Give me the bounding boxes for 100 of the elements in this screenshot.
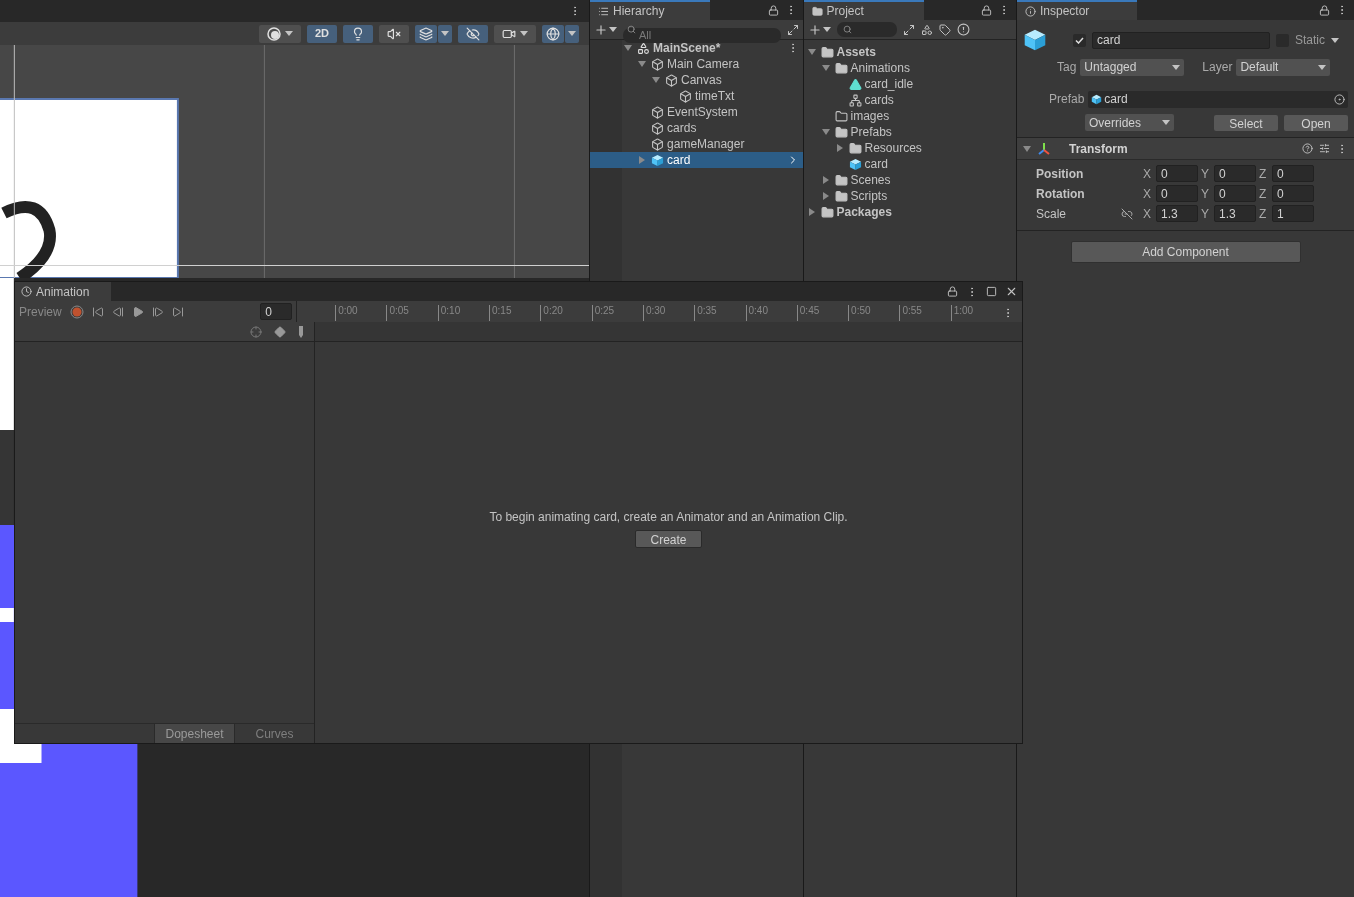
hidden-eye-icon: [466, 26, 481, 41]
tree-item[interactable]: Packages: [803, 204, 1016, 220]
add-keyframe-icon[interactable]: [274, 325, 286, 338]
tree-item[interactable]: Scripts: [803, 188, 1016, 204]
scene-toolbar-button[interactable]: [542, 24, 565, 43]
value-field[interactable]: 0: [1214, 185, 1256, 202]
frame-field[interactable]: 0: [260, 303, 293, 320]
name-field[interactable]: card: [1092, 31, 1270, 49]
folder-icon: [834, 173, 848, 187]
expand-arrow-icon[interactable]: [624, 44, 633, 52]
value-field[interactable]: 1.3: [1156, 205, 1198, 222]
tree-item[interactable]: Scenes: [803, 172, 1016, 188]
panel-tab[interactable]: Hierarchy: [590, 0, 711, 20]
cube-icon: [651, 153, 665, 167]
tree-item[interactable]: card_idle: [803, 76, 1016, 92]
scene-toolbar-button[interactable]: [415, 24, 438, 43]
tree-item[interactable]: Prefabs: [803, 124, 1016, 140]
tree-item[interactable]: cards: [590, 120, 803, 136]
scene-toolbar-button[interactable]: [458, 24, 489, 43]
folder-icon: [834, 109, 848, 123]
value-field[interactable]: 0: [1272, 165, 1314, 182]
next-frame-icon[interactable]: [151, 305, 164, 318]
lock-icon[interactable]: [947, 286, 958, 297]
scene-toolbar-button[interactable]: [494, 24, 537, 43]
expand-arrow-icon[interactable]: [821, 64, 830, 72]
panel-tab[interactable]: Animation: [15, 282, 111, 301]
dropdown[interactable]: Default: [1236, 58, 1331, 76]
scene-toolbar-button[interactable]: [379, 24, 410, 43]
cube-outline-icon: [665, 73, 679, 87]
tree-item[interactable]: Canvas: [590, 72, 803, 88]
add-component-button[interactable]: Add Component: [1070, 241, 1301, 263]
expand-arrow-icon[interactable]: [1023, 144, 1031, 153]
tree-item[interactable]: Animations: [803, 60, 1016, 76]
scene-toolbar-button[interactable]: [258, 24, 301, 43]
last-frame-icon[interactable]: [171, 305, 184, 318]
expand-arrow-icon[interactable]: [807, 48, 816, 56]
scene-toolbar-button[interactable]: [343, 24, 374, 43]
active-checkbox[interactable]: [1073, 33, 1086, 47]
expand-arrow-icon[interactable]: [652, 76, 661, 84]
value-field[interactable]: 1: [1272, 205, 1314, 222]
nodes-icon: [848, 93, 862, 107]
tag-icon[interactable]: [938, 23, 951, 36]
expand-arrow-icon[interactable]: [821, 176, 830, 184]
tree-item[interactable]: card: [590, 152, 803, 168]
tree-item[interactable]: Assets: [803, 44, 1016, 60]
add-button[interactable]: [807, 22, 831, 37]
object-picker-icon[interactable]: [1334, 93, 1345, 105]
expand-arrow-icon[interactable]: [821, 192, 830, 200]
add-button[interactable]: [594, 22, 618, 37]
scene-toolbar-button[interactable]: 2D: [306, 24, 338, 43]
tree-item[interactable]: cards: [803, 92, 1016, 108]
dropdown[interactable]: Untagged: [1080, 58, 1185, 76]
prefab-button[interactable]: Select: [1214, 114, 1278, 131]
folder-icon: [820, 45, 834, 59]
tree-item[interactable]: Resources: [803, 140, 1016, 156]
presets-icon[interactable]: [1319, 143, 1330, 154]
expand-arrow-icon[interactable]: [638, 60, 647, 68]
value-field[interactable]: 0: [1156, 185, 1198, 202]
panel-tab[interactable]: Project: [803, 0, 924, 20]
search-field[interactable]: All: [623, 27, 781, 43]
time-tick-label: 0:40: [748, 305, 768, 316]
panel-tab[interactable]: Inspector: [1017, 0, 1137, 20]
value-field[interactable]: 0: [1272, 185, 1314, 202]
create-button[interactable]: Create: [635, 529, 702, 548]
value-field[interactable]: 1.3: [1214, 205, 1256, 222]
dropdown-button[interactable]: [565, 24, 580, 43]
tree-item[interactable]: card: [803, 156, 1016, 172]
tree-item[interactable]: Main Camera: [590, 56, 803, 72]
axis-label: Y: [1201, 185, 1210, 203]
lock-icon[interactable]: [981, 4, 992, 16]
prefab-field[interactable]: card: [1088, 90, 1348, 108]
shapes-icon[interactable]: [920, 23, 933, 36]
first-frame-icon[interactable]: [91, 305, 104, 318]
value-field[interactable]: 0: [1214, 165, 1256, 182]
value-field[interactable]: 0: [1156, 165, 1198, 182]
warning-icon[interactable]: [956, 23, 970, 36]
maximize-icon[interactable]: [986, 286, 997, 297]
expand-arrow-icon[interactable]: [835, 144, 844, 152]
play-icon[interactable]: [131, 305, 144, 318]
prefab-button[interactable]: Open: [1284, 114, 1348, 131]
tree-item[interactable]: MainScene*: [590, 40, 803, 56]
expand-icon[interactable]: [902, 23, 915, 36]
expand-icon[interactable]: [786, 23, 799, 36]
unlinked-icon[interactable]: [1121, 207, 1133, 220]
help-icon[interactable]: [1302, 143, 1313, 154]
close-icon[interactable]: [1005, 285, 1018, 298]
previous-frame-icon[interactable]: [111, 305, 124, 318]
dropdown[interactable]: Overrides: [1085, 114, 1174, 131]
record-icon[interactable]: [69, 304, 84, 319]
dropdown-button[interactable]: [438, 24, 453, 43]
search-field[interactable]: [836, 22, 897, 37]
tree-item[interactable]: gameManager: [590, 136, 803, 152]
expand-arrow-icon[interactable]: [821, 128, 830, 136]
tree-item[interactable]: timeTxt: [590, 88, 803, 104]
tree-item[interactable]: EventSystem: [590, 104, 803, 120]
expand-arrow-icon[interactable]: [807, 208, 816, 216]
lock-icon[interactable]: [1319, 4, 1330, 16]
lock-icon[interactable]: [767, 4, 779, 16]
tree-item[interactable]: images: [803, 108, 1016, 124]
axis-label: Z: [1259, 205, 1268, 223]
